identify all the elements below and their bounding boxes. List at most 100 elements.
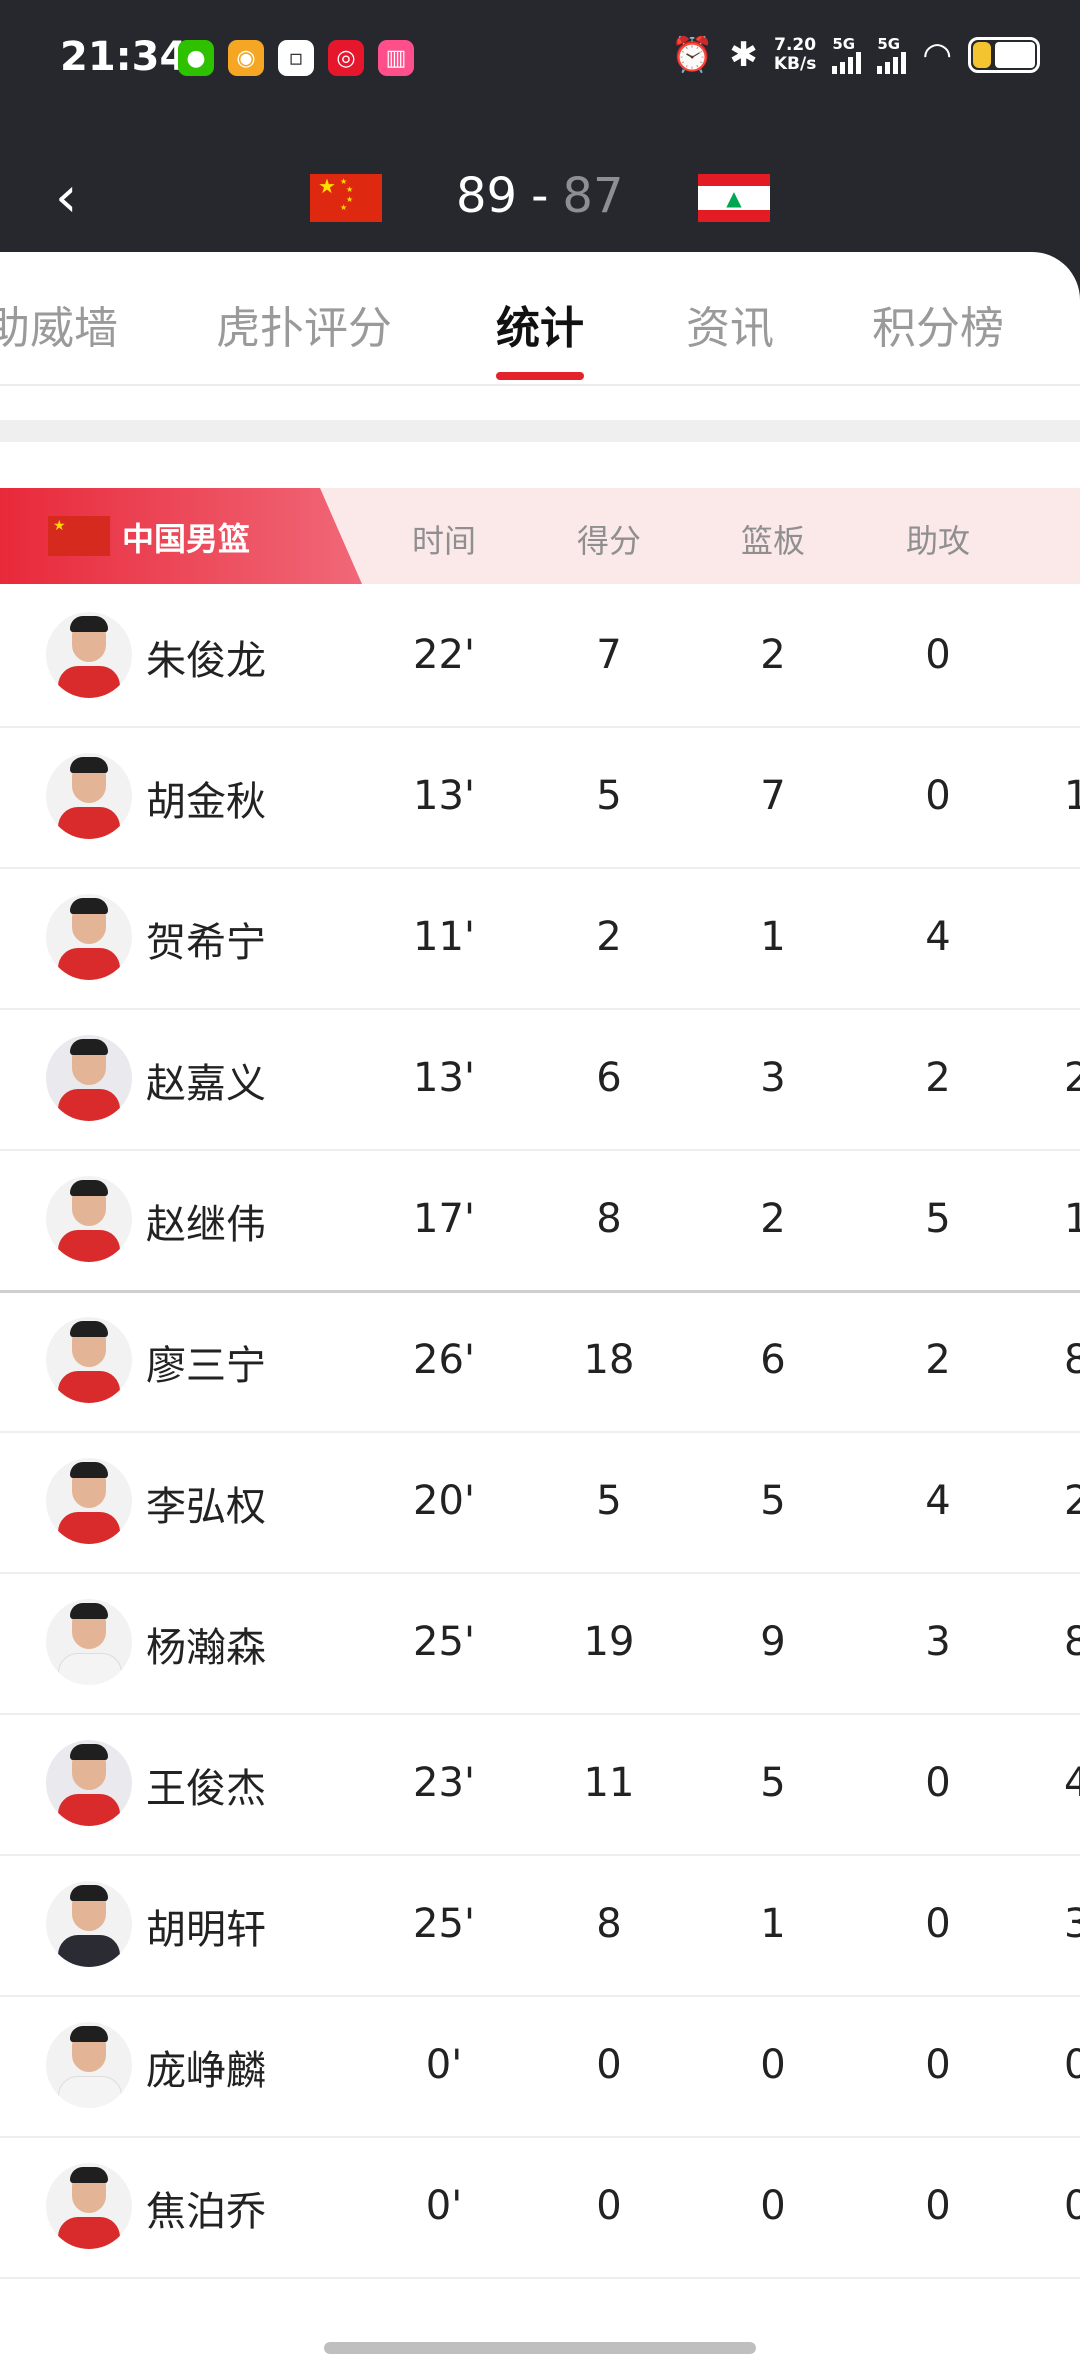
stat-ast: 0 bbox=[925, 2042, 951, 2088]
column-header-points[interactable]: 得分 bbox=[549, 516, 669, 562]
stat-pts: 11 bbox=[583, 1760, 635, 1806]
stat-ast: 5 bbox=[925, 1196, 951, 1242]
stat-pts: 8 bbox=[596, 1901, 622, 1947]
stat-pts: 0 bbox=[596, 2183, 622, 2229]
back-button[interactable]: ‹ bbox=[55, 170, 115, 230]
table-row[interactable]: 焦泊乔 0' 0 0 0 0 bbox=[0, 2137, 1080, 2279]
player-avatar bbox=[46, 1740, 132, 1826]
team-badge[interactable]: ★ 中国男篮 bbox=[0, 488, 362, 584]
tab-news[interactable]: 资讯 bbox=[686, 292, 774, 356]
stat-pts: 19 bbox=[583, 1619, 635, 1665]
player-avatar bbox=[46, 612, 132, 698]
column-header-rebounds[interactable]: 篮板 bbox=[713, 516, 833, 562]
signal-strength-icon: 5G bbox=[877, 36, 907, 74]
stat-ast: 0 bbox=[925, 773, 951, 819]
table-row[interactable]: 王俊杰 23' 11 5 0 4 bbox=[0, 1714, 1080, 1856]
stat-ast: 4 bbox=[925, 914, 951, 960]
stat-ast: 3 bbox=[925, 1619, 951, 1665]
player-name: 赵继伟 bbox=[146, 1202, 266, 1248]
stat-reb: 3 bbox=[760, 1055, 786, 1101]
tab-stats[interactable]: 统计 bbox=[496, 292, 584, 356]
china-flag-icon: ★ ★ ★ ★ ★ bbox=[310, 174, 382, 222]
player-name: 朱俊龙 bbox=[146, 638, 266, 684]
stat-reb: 2 bbox=[760, 1196, 786, 1242]
stats-table-header: ★ 中国男篮 时间 得分 篮板 助攻 bbox=[0, 488, 1080, 584]
tab-bar: 助威墙 虎扑评分 统计 资讯 积分榜 bbox=[0, 252, 1080, 386]
player-avatar bbox=[46, 1599, 132, 1685]
table-row[interactable]: 贺希宁 11' 2 1 4 bbox=[0, 868, 1080, 1010]
player-name: 赵嘉义 bbox=[146, 1061, 266, 1107]
wifi-icon: ◠ bbox=[922, 35, 952, 75]
column-header-time[interactable]: 时间 bbox=[384, 516, 504, 562]
stat-ast: 0 bbox=[925, 1901, 951, 1947]
stat-time: 13' bbox=[413, 773, 475, 819]
battery-icon bbox=[968, 37, 1040, 73]
column-header-assists[interactable]: 助攻 bbox=[878, 516, 998, 562]
stat-time: 13' bbox=[413, 1055, 475, 1101]
net-speed: 7.20 KB/s bbox=[773, 35, 817, 74]
player-avatar bbox=[46, 1458, 132, 1544]
table-row[interactable]: 庞峥麟 0' 0 0 0 0 bbox=[0, 1996, 1080, 2138]
score-separator: - bbox=[531, 168, 549, 224]
table-row[interactable]: 赵继伟 17' 8 2 5 1 bbox=[0, 1150, 1080, 1293]
player-name: 王俊杰 bbox=[146, 1766, 266, 1812]
stat-pts: 18 bbox=[583, 1337, 635, 1383]
stat-reb: 5 bbox=[760, 1760, 786, 1806]
team-name: 中国男篮 bbox=[122, 520, 251, 558]
stat-pts: 7 bbox=[596, 632, 622, 678]
stat-extra: 4 bbox=[1064, 1760, 1080, 1806]
table-row[interactable]: 朱俊龙 22' 7 2 0 bbox=[0, 586, 1080, 728]
stat-extra: 0 bbox=[1064, 2042, 1080, 2088]
wechat-icon: ● bbox=[178, 40, 214, 76]
player-name: 胡明轩 bbox=[146, 1907, 266, 1953]
stat-time: 0' bbox=[425, 2183, 463, 2229]
stat-pts: 2 bbox=[596, 914, 622, 960]
stat-extra: 2 bbox=[1064, 1478, 1080, 1524]
stat-reb: 7 bbox=[760, 773, 786, 819]
player-avatar bbox=[46, 2163, 132, 2249]
table-row[interactable]: 李弘权 20' 5 5 4 2 bbox=[0, 1432, 1080, 1574]
app-icon: ▫ bbox=[278, 40, 314, 76]
table-row[interactable]: 廖三宁 26' 18 6 2 8 bbox=[0, 1291, 1080, 1433]
lebanon-flag-icon: ▲ bbox=[698, 174, 770, 222]
tab-hupu-rating[interactable]: 虎扑评分 bbox=[216, 292, 392, 356]
stat-reb: 0 bbox=[760, 2183, 786, 2229]
table-row[interactable]: 胡金秋 13' 5 7 0 1 bbox=[0, 727, 1080, 869]
stat-extra: 1 bbox=[1064, 773, 1080, 819]
weibo-icon: ◎ bbox=[328, 40, 364, 76]
content-panel: 助威墙 虎扑评分 统计 资讯 积分榜 ★ 中国男篮 时间 得分 篮板 助攻 朱俊… bbox=[0, 252, 1080, 2376]
signal-strength-icon: 5G bbox=[832, 36, 862, 74]
home-score: 89 bbox=[456, 168, 518, 224]
player-name: 贺希宁 bbox=[146, 920, 266, 966]
stat-time: 26' bbox=[413, 1337, 475, 1383]
stat-time: 11' bbox=[413, 914, 475, 960]
active-tab-indicator bbox=[496, 372, 584, 380]
stat-reb: 1 bbox=[760, 1901, 786, 1947]
stat-pts: 0 bbox=[596, 2042, 622, 2088]
away-score: 87 bbox=[562, 168, 624, 224]
home-indicator[interactable] bbox=[324, 2342, 756, 2354]
player-avatar bbox=[46, 753, 132, 839]
tab-standings[interactable]: 积分榜 bbox=[872, 292, 1004, 356]
player-avatar bbox=[46, 894, 132, 980]
stat-ast: 0 bbox=[925, 632, 951, 678]
section-divider bbox=[0, 420, 1080, 442]
app-icon: ▥ bbox=[378, 40, 414, 76]
stat-time: 25' bbox=[413, 1901, 475, 1947]
stat-extra: 0 bbox=[1064, 2183, 1080, 2229]
player-avatar bbox=[46, 2022, 132, 2108]
china-flag-icon: ★ bbox=[48, 516, 110, 556]
player-name: 李弘权 bbox=[146, 1484, 266, 1530]
status-bar: 21:34 ● ◉ ▫ ◎ ▥ ⏰ ✱ 7.20 KB/s 5G 5G ◠ bbox=[0, 0, 1080, 120]
tab-cheer-wall[interactable]: 助威墙 bbox=[0, 292, 118, 356]
player-avatar bbox=[46, 1035, 132, 1121]
table-row[interactable]: 杨瀚森 25' 19 9 3 8 bbox=[0, 1573, 1080, 1715]
player-name: 廖三宁 bbox=[146, 1343, 266, 1389]
table-row[interactable]: 赵嘉义 13' 6 3 2 2 bbox=[0, 1009, 1080, 1151]
stat-reb: 0 bbox=[760, 2042, 786, 2088]
table-row[interactable]: 胡明轩 25' 8 1 0 3 bbox=[0, 1855, 1080, 1997]
stat-extra: 8 bbox=[1064, 1619, 1080, 1665]
match-header: ‹ ★ ★ ★ ★ ★ 89-87 ▲ bbox=[0, 150, 1080, 250]
stat-extra: 8 bbox=[1064, 1337, 1080, 1383]
stat-pts: 8 bbox=[596, 1196, 622, 1242]
